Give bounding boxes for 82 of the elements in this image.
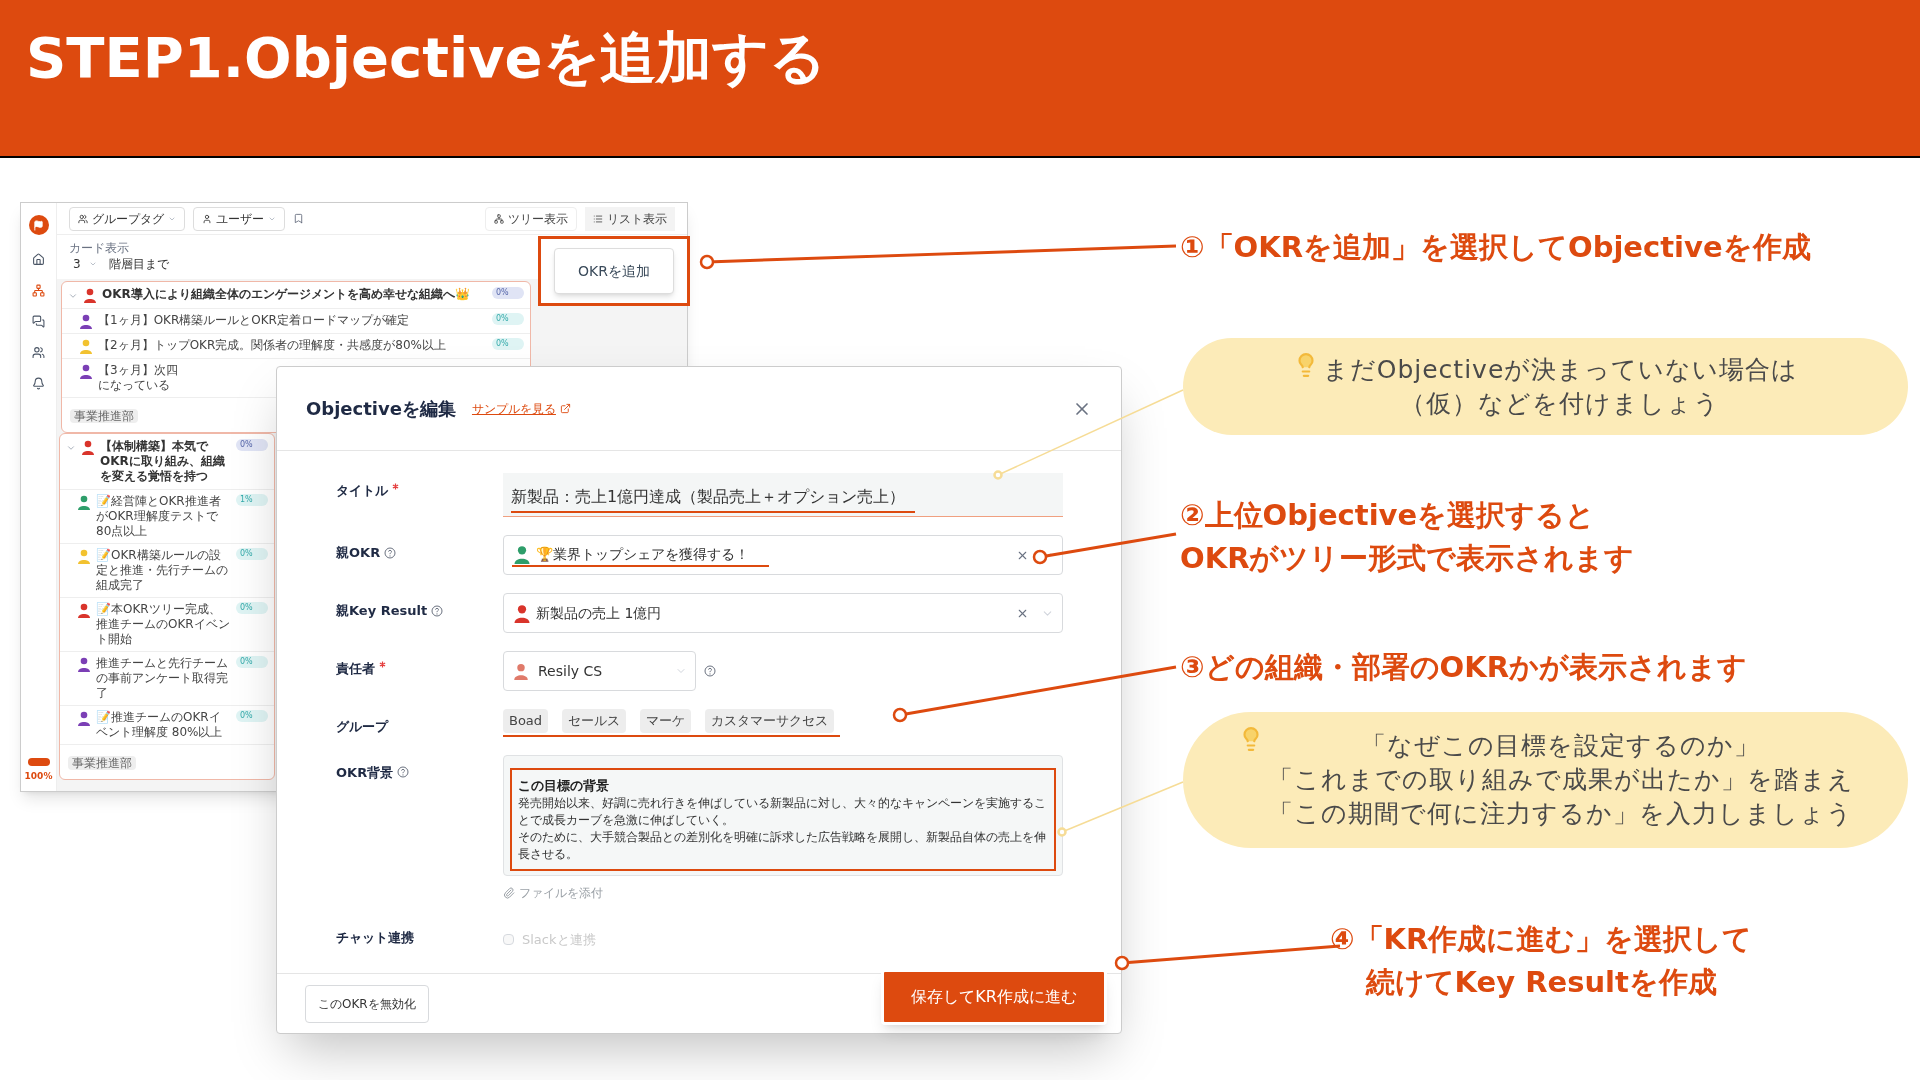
owner-select[interactable]: Resily CS — [503, 651, 696, 691]
select-value: 🏆業界トップシェアを獲得する！ — [536, 544, 749, 564]
progress-pill: 0% — [236, 710, 268, 722]
step-note: ②上位Objectiveを選択すると OKRがツリー形式で表示されます — [1180, 497, 1635, 577]
group-tag: 事業推進部 — [68, 756, 136, 770]
field-label: チャット連携 — [336, 929, 414, 947]
key-result-text: 📝推進チームのOKRイベント理解度 80%以上 — [96, 710, 224, 740]
paperclip-icon — [503, 887, 515, 899]
filter-select[interactable]: グループタグ — [69, 206, 185, 231]
user-icon — [202, 213, 212, 224]
field-label: タイトル — [336, 482, 388, 500]
help-icon[interactable] — [431, 604, 444, 617]
field-label: グループ — [336, 718, 388, 736]
help-icon[interactable] — [397, 766, 410, 779]
key-result-text: 【3ヶ月】次四 になっている — [98, 363, 179, 393]
group-tag: Boad — [503, 709, 549, 733]
tip-text: まだObjectiveが決まっていない場合は （仮）などを付けましょう — [1322, 353, 1799, 420]
tree-icon[interactable] — [32, 284, 45, 297]
users-icon[interactable] — [32, 346, 45, 359]
select-value: 新製品の売上 1億円 — [536, 603, 662, 623]
title-value: 新製品：売上1億円達成（製品売上＋オプション売上） — [511, 476, 916, 513]
select-field[interactable]: 🏆業界トップシェアを獲得する！ — [503, 535, 1063, 575]
group-tag: セールス — [562, 709, 627, 733]
view-tab[interactable]: リスト表示 — [585, 206, 675, 231]
group-tag: 事業推進部 — [70, 409, 138, 423]
progress-pill: 0% — [236, 548, 268, 560]
depth-select[interactable]: 3 — [69, 255, 101, 273]
progress-pill: 0% — [492, 313, 524, 325]
bookmark-icon[interactable] — [293, 213, 304, 224]
progress-pill: 0% — [492, 287, 524, 299]
objective-text: 【体制構築】本気でOKRに取り組み、組織を変える覚悟を持つ — [100, 439, 226, 484]
list-icon — [593, 213, 603, 224]
add-okr-button[interactable]: OKRを追加 — [554, 248, 674, 294]
title-input[interactable]: 新製品：売上1億円達成（製品売上＋オプション売上） — [503, 473, 1063, 517]
zoom-bar[interactable] — [27, 757, 50, 766]
zoom-level: 100% — [24, 769, 53, 783]
select-field[interactable]: 新製品の売上 1億円 — [503, 593, 1063, 633]
tree-icon — [494, 213, 504, 224]
field-label: 責任者 — [336, 660, 375, 678]
field-label: 親OKR — [336, 544, 381, 562]
caret-icon — [88, 260, 97, 268]
home-icon[interactable] — [32, 253, 45, 266]
background-editor[interactable]: この目標の背景 発売開始以来、好調に売れ行きを伸ばしている新製品に対し、大々的なキャンペーンを実施することで成長カーブを急激に伸ばしていく。 そのために、大手競合製品との差別化を明確に訴求した広告戦略を展開し、新製品自体の売上を伸長させる。 — [503, 754, 1063, 876]
view-tab[interactable]: ツリー表示 — [485, 206, 577, 231]
external-link-icon — [559, 403, 571, 414]
progress-pill: 0% — [492, 338, 524, 350]
editor-paragraph: 発売開始以来、好調に売れ行きを伸ばしている新製品に対し、大々的なキャンペーンを実施することで成長カーブを急激に伸ばしていく。 — [518, 795, 1047, 829]
tip-text: 「なぜこの目標を設定するのか」 「これまでの取り組みで成果が出たか」を踏まえ 「この期間で何に注力するか」を入力しましょう — [1267, 730, 1854, 830]
group-tag: カスタマーサクセス — [705, 709, 835, 733]
progress-pill: 0% — [236, 602, 268, 614]
key-result-text: 推進チームと先行チームの事前アンケート取得完了 — [96, 656, 229, 701]
chat-icon[interactable] — [32, 315, 45, 328]
filter-select[interactable]: ユーザー — [193, 206, 285, 231]
help-icon[interactable] — [704, 665, 716, 677]
card-display-label: カード表示 — [69, 241, 130, 255]
editor-paragraph: そのために、大手競合製品との差別化を明確に訴求した広告戦略を展開し、新製品自体の売上を伸長させる。 — [518, 829, 1047, 863]
field-label: OKR背景 — [336, 763, 394, 782]
progress-pill: 0% — [236, 656, 268, 668]
field-label: 親Key Result — [336, 602, 428, 620]
key-result-text: 📝OKR構築ルールの設定と推進・先行チームの組成完了 — [96, 548, 229, 593]
progress-pill: 0% — [236, 439, 268, 451]
depth-suffix: 階層目まで — [108, 256, 169, 273]
key-result-text: 📝経営陣とOKR推進者がOKR理解度テストで80点以上 — [96, 494, 222, 539]
group-tag: マーケ — [640, 709, 692, 733]
slide-title: STEP1.Objectiveを追加する — [26, 24, 827, 92]
disable-okr-button[interactable]: このOKRを無効化 — [305, 984, 429, 1023]
key-result-text: 【2ヶ月】トップOKR完成。関係者の理解度・共感度が80%以上 — [98, 338, 447, 353]
step-note: ③どの組織・部署のOKRかが表示されます — [1180, 649, 1747, 686]
key-result-text: 📝本OKRツリー完成、推進チームのOKRイベント開始 — [96, 602, 231, 647]
okr-card[interactable]: 【体制構築】本気でOKRに取り組み、組織を変える覚悟を持つ 0% 📝経営陣とOKR推進者がOKR理解度テストで80点以上 1% 📝OKR構築ルールの設定と推進・先行チームの組成完了 0% 📝本OKRツリー完成、推進チームのOKRイベント開始 0% 推進チームと先行チームの事前アンケート取得完了 0% 📝推進チームのOKRイベント理解度 80%以上 0% 事業推進部 — [59, 433, 275, 780]
step-note: ①「OKRを追加」を選択してObjectiveを作成 — [1180, 229, 1811, 266]
owner-value: Resily CS — [538, 661, 604, 681]
help-icon[interactable] — [384, 546, 397, 559]
editor-heading: この目標の背景 — [518, 776, 610, 795]
bell-icon[interactable] — [32, 377, 45, 390]
users-icon — [78, 213, 88, 224]
dialog-title: Objectiveを編集 — [306, 397, 456, 421]
objective-text: OKR導入により組織全体のエンゲージメントを高め幸せな組織へ👑 — [102, 287, 471, 302]
key-result-text: 【1ヶ月】OKR構築ルールとOKR定着ロードマップが確定 — [98, 313, 410, 328]
step-note: ④「KR作成に進む」を選択して 続けてKey Resultを作成 — [1330, 921, 1753, 1001]
logo-icon[interactable] — [28, 215, 49, 235]
progress-pill: 1% — [236, 494, 268, 506]
